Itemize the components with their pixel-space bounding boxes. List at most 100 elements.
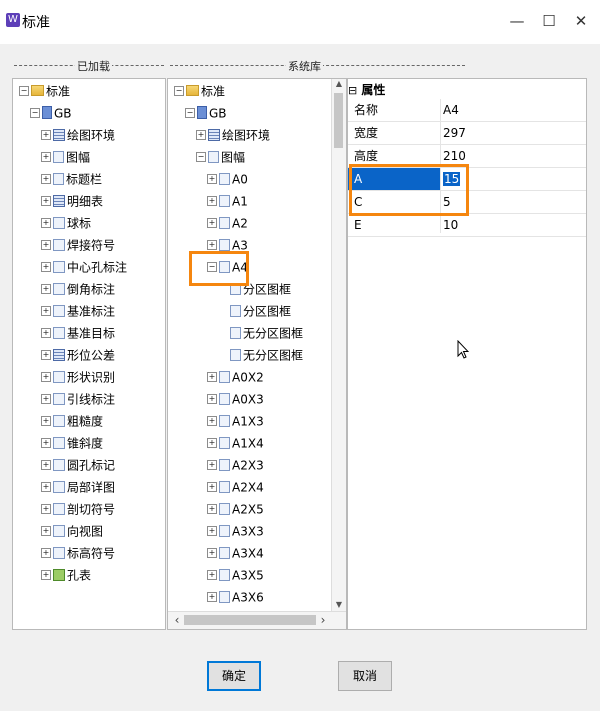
expand-icon[interactable]: + [41, 305, 51, 316]
collapse-icon[interactable]: − [30, 107, 40, 118]
expand-icon[interactable]: + [41, 217, 51, 228]
library-tree-node[interactable]: − A4 [207, 259, 248, 275]
expand-icon[interactable]: + [41, 547, 51, 558]
property-row[interactable]: A 15 [348, 168, 586, 191]
library-tree-node[interactable]: + A0 [207, 171, 248, 187]
expand-icon[interactable]: + [41, 569, 51, 580]
library-tree-node[interactable]: + A2X3 [207, 457, 264, 473]
expand-icon[interactable]: + [41, 459, 51, 470]
expand-icon[interactable]: + [41, 195, 51, 206]
expand-icon[interactable]: + [207, 217, 217, 228]
property-row[interactable]: 名称 A4 [348, 99, 586, 122]
library-tree-node[interactable]: 无分区图框 [218, 347, 303, 363]
horizontal-scroll-thumb[interactable] [184, 615, 316, 625]
library-tree-node[interactable]: + A2 [207, 215, 248, 231]
collapse-icon[interactable]: − [196, 151, 206, 162]
library-tree-node[interactable]: + A3X6 [207, 589, 264, 605]
expand-icon[interactable]: + [41, 415, 51, 426]
loaded-tree-node[interactable]: + 标高符号 [41, 545, 115, 561]
expand-icon[interactable]: + [41, 129, 51, 140]
expand-icon[interactable]: + [207, 591, 217, 602]
property-row[interactable]: C5 [348, 191, 586, 214]
library-tree-node[interactable]: + A2X5 [207, 501, 264, 517]
expand-icon[interactable]: + [207, 481, 217, 492]
property-value[interactable]: 210 [443, 149, 466, 163]
loaded-tree-pane[interactable]: − 标准 − GB + 绘图环境 + 图幅 + 标题栏 + 明细表 + 球标 + 焊接符号 + 中心孔标注 + 倒角标… [12, 78, 166, 630]
library-tree-node[interactable]: + A3 [207, 237, 248, 253]
expand-icon[interactable]: + [41, 151, 51, 162]
loaded-tree-node[interactable]: + 孔表 [41, 567, 91, 583]
expand-icon[interactable]: + [41, 525, 51, 536]
library-tree-node[interactable]: + A0X2 [207, 369, 264, 385]
expand-icon[interactable]: + [41, 437, 51, 448]
loaded-tree-node[interactable]: + 倒角标注 [41, 281, 115, 297]
property-value-cell[interactable]: 15 [443, 168, 461, 190]
expand-icon[interactable]: + [41, 349, 51, 360]
property-row[interactable]: E 10 [348, 214, 586, 237]
expand-icon[interactable]: + [207, 437, 217, 448]
loaded-tree-node[interactable]: + 引线标注 [41, 391, 115, 407]
expand-icon[interactable]: + [207, 195, 217, 206]
property-value-cell[interactable]: 297 [443, 122, 466, 144]
library-tree-node[interactable]: + A2X4 [207, 479, 264, 495]
loaded-tree-node[interactable]: + 标题栏 [41, 171, 102, 187]
library-tree-node[interactable]: + 绘图环境 [196, 127, 270, 143]
expand-icon[interactable]: + [207, 569, 217, 580]
expand-icon[interactable]: + [207, 547, 217, 558]
loaded-tree-node[interactable]: + 图幅 [41, 149, 90, 165]
library-tree-node[interactable]: − 图幅 [196, 149, 245, 165]
loaded-tree-node[interactable]: + 局部详图 [41, 479, 115, 495]
property-value-cell[interactable]: 5 [443, 191, 451, 213]
expand-icon[interactable]: + [196, 129, 206, 140]
library-tree-node[interactable]: + A1X3 [207, 413, 264, 429]
loaded-tree-node[interactable]: + 中心孔标注 [41, 259, 127, 275]
vertical-scroll-thumb[interactable] [334, 93, 343, 148]
collapse-icon[interactable]: − [185, 107, 195, 118]
expand-icon[interactable]: + [207, 503, 217, 514]
loaded-tree-node[interactable]: + 向视图 [41, 523, 103, 539]
loaded-tree-node[interactable]: + 焊接符号 [41, 237, 115, 253]
expand-icon[interactable]: + [41, 481, 51, 492]
expand-icon[interactable]: + [41, 283, 51, 294]
collapse-icon[interactable]: − [19, 85, 29, 96]
minimize-button[interactable]: — [505, 10, 529, 32]
loaded-tree-node[interactable]: + 粗糙度 [41, 413, 103, 429]
property-value-cell[interactable]: 210 [443, 145, 466, 167]
library-tree-node[interactable]: + A3X3 [207, 523, 264, 539]
expand-icon[interactable]: + [207, 525, 217, 536]
properties-header[interactable]: ⊟ 属性 [348, 81, 586, 99]
collapse-icon[interactable]: − [174, 85, 184, 96]
expand-icon[interactable]: + [207, 459, 217, 470]
close-button[interactable]: ✕ [569, 10, 593, 32]
library-tree-node[interactable]: − GB [185, 105, 227, 121]
library-tree-node[interactable]: + A1 [207, 193, 248, 209]
loaded-tree-node[interactable]: + 球标 [41, 215, 91, 231]
library-tree-node[interactable]: − 标准 [174, 83, 225, 99]
expand-icon[interactable]: + [41, 327, 51, 338]
loaded-tree-node[interactable]: + 形位公差 [41, 347, 115, 363]
expand-icon[interactable]: + [41, 261, 51, 272]
collapse-icon[interactable]: ⊟ [348, 84, 357, 97]
expand-icon[interactable]: + [207, 239, 217, 250]
loaded-tree-node[interactable]: + 圆孔标记 [41, 457, 115, 473]
scroll-right-arrow-icon[interactable]: › [316, 612, 330, 629]
expand-icon[interactable]: + [207, 173, 217, 184]
property-value[interactable]: 10 [443, 218, 458, 232]
loaded-tree-node[interactable]: + 绘图环境 [41, 127, 115, 143]
scroll-left-arrow-icon[interactable]: ‹ [170, 612, 184, 629]
library-tree-node[interactable]: + A0X3 [207, 391, 264, 407]
expand-icon[interactable]: + [41, 503, 51, 514]
loaded-tree-node[interactable]: + 基准目标 [41, 325, 115, 341]
library-tree-pane[interactable]: − 标准 − GB + 绘图环境 − 图幅 + A0 + A1 + A2 + A3− A4 分区图框 分区图框 无分区… [167, 78, 347, 630]
loaded-tree-node[interactable]: − GB [30, 105, 72, 121]
loaded-tree-node[interactable]: − 标准 [19, 83, 70, 99]
expand-icon[interactable]: + [41, 371, 51, 382]
expand-icon[interactable]: + [207, 415, 217, 426]
loaded-tree-node[interactable]: + 基准标注 [41, 303, 115, 319]
property-value-cell[interactable]: A4 [443, 99, 459, 121]
ok-button[interactable]: 确定 [207, 661, 261, 691]
library-tree-node[interactable]: 分区图框 [218, 281, 291, 297]
library-horizontal-scrollbar[interactable]: ‹ › [168, 611, 346, 629]
cancel-button[interactable]: 取消 [338, 661, 392, 691]
expand-icon[interactable]: + [207, 371, 217, 382]
